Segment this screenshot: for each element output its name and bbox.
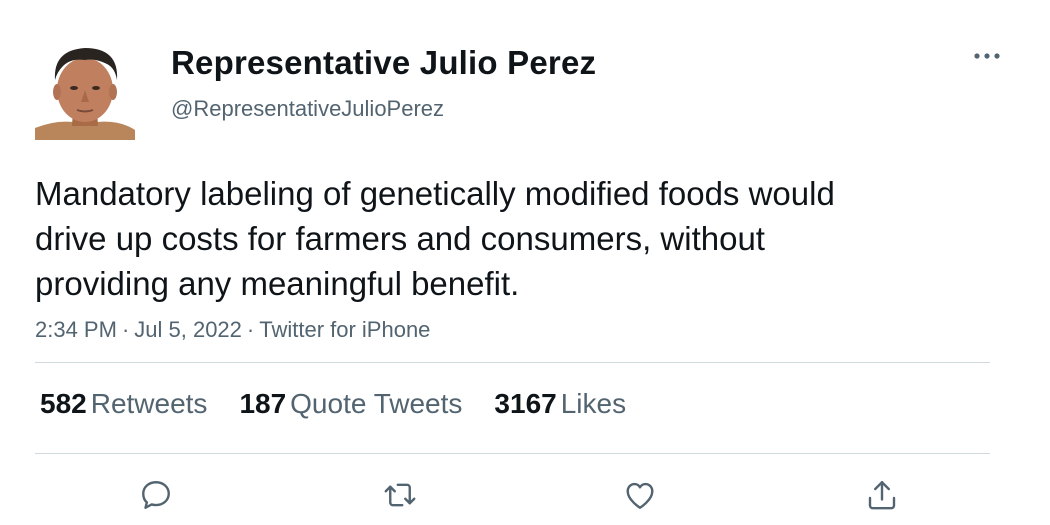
like-icon	[626, 482, 654, 509]
meta-separator: ·	[246, 317, 255, 342]
quote-tweets-stat[interactable]: 187 Quote Tweets	[239, 388, 462, 420]
likes-stat[interactable]: 3167 Likes	[494, 388, 626, 420]
action-bar	[0, 475, 1050, 515]
tweet-text: Mandatory labeling of genetically modifi…	[35, 175, 835, 302]
more-dots-icon	[974, 53, 1000, 59]
person-portrait-icon	[35, 40, 135, 140]
retweets-count: 582	[40, 388, 87, 419]
handle[interactable]: @RepresentativeJulioPerez	[171, 96, 444, 122]
share-icon	[868, 481, 896, 510]
reply-button[interactable]	[136, 475, 176, 515]
retweets-label: Retweets	[90, 388, 208, 419]
share-button[interactable]	[862, 475, 902, 515]
likes-label: Likes	[560, 388, 627, 419]
avatar[interactable]	[35, 40, 135, 140]
tweet-card: Representative Julio Perez @Representati…	[0, 0, 1050, 525]
retweet-button[interactable]	[380, 475, 420, 515]
display-name[interactable]: Representative Julio Perez	[171, 44, 596, 82]
tweet-date[interactable]: Jul 5, 2022	[134, 317, 242, 342]
divider	[35, 453, 990, 454]
tweet-meta: 2:34 PM · Jul 5, 2022 · Twitter for iPhone	[35, 317, 430, 343]
tweet-source[interactable]: Twitter for iPhone	[259, 317, 430, 342]
tweet-time[interactable]: 2:34 PM	[35, 317, 117, 342]
more-options-button[interactable]	[966, 44, 1008, 68]
retweets-stat[interactable]: 582 Retweets	[40, 388, 207, 420]
like-button[interactable]	[620, 475, 660, 515]
divider	[35, 362, 990, 363]
quote-tweets-label: Quote Tweets	[290, 388, 463, 419]
tweet-stats: 582 Retweets 187 Quote Tweets 3167 Likes	[40, 388, 658, 420]
likes-count: 3167	[494, 388, 557, 419]
quote-tweets-count: 187	[239, 388, 287, 419]
retweet-icon	[384, 483, 416, 507]
meta-separator: ·	[121, 317, 130, 342]
reply-icon	[142, 481, 170, 509]
